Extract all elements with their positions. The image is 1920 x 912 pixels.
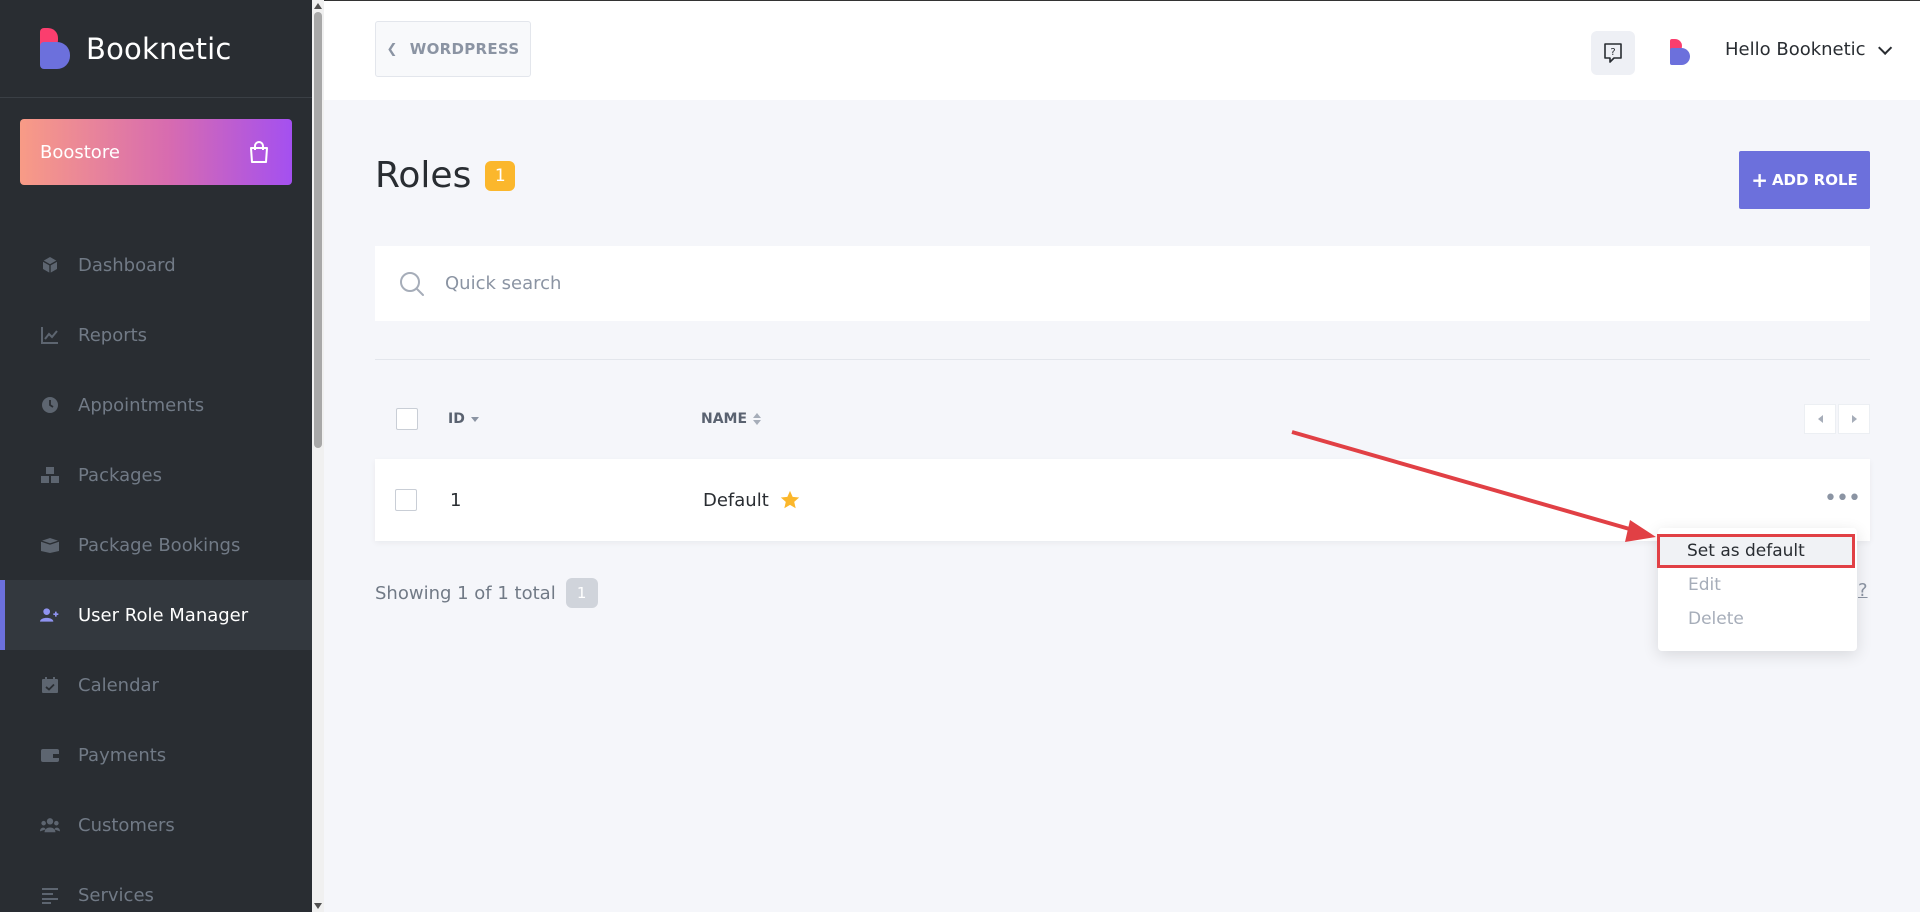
box-open-icon [40,535,60,555]
select-all-checkbox[interactable] [396,408,418,430]
boostore-button[interactable]: Boostore [20,119,292,185]
sidebar-item-label: Reports [78,324,148,346]
total-count-badge: 1 [565,578,598,608]
column-header-name[interactable]: NAME [701,411,762,427]
sidebar-item-user-role-manager[interactable]: User Role Manager [0,580,312,650]
sidebar-item-label: Appointments [78,394,205,416]
sidebar-scrollbar[interactable] [312,0,324,912]
sidebar-item-label: User Role Manager [78,604,249,626]
caret-right-icon [1851,415,1857,423]
sidebar-item-label: Dashboard [78,254,176,276]
star-icon [780,490,799,509]
question-chat-icon: ? [1604,43,1622,63]
boxes-icon [40,465,60,485]
showing-text: Showing 1 of 1 total [375,582,556,604]
sidebar-item-calendar[interactable]: Calendar [0,650,312,720]
clock-icon [40,395,60,415]
page-title: Roles 1 [375,155,516,196]
sidebar-item-reports[interactable]: Reports [0,300,312,370]
user-greeting: Hello Booknetic [1725,39,1866,60]
svg-text:?: ? [1610,47,1615,58]
back-to-wordpress-button[interactable]: ❮ WORDPRESS [375,21,531,77]
sidebar-item-label: Package Bookings [78,534,241,556]
table-pager [1804,404,1870,434]
sidebar-item-packages[interactable]: Packages [0,440,312,510]
help-button[interactable]: ? [1591,31,1635,75]
sidebar-item-appointments[interactable]: Appointments [0,370,312,440]
showing-summary: Showing 1 of 1 total 1 [375,578,598,608]
shopping-bag-icon [250,141,268,163]
cube-icon [40,255,60,275]
booknetic-logo-icon [38,27,72,70]
sidebar-item-payments[interactable]: Payments [0,720,312,790]
sidebar-item-label: Customers [78,814,175,836]
sort-icon [753,413,762,425]
boostore-label: Boostore [40,141,120,163]
add-role-button[interactable]: + ADD ROLE [1739,151,1870,209]
table-header: ID NAME [375,398,1870,440]
sidebar-item-label: Packages [78,464,162,486]
add-role-label: ADD ROLE [1771,171,1858,189]
sidebar: Booknetic Boostore Dashboard Reports App… [0,0,312,912]
list-icon [40,885,60,905]
search-icon [400,271,424,296]
search-input[interactable] [445,273,1745,294]
row-checkbox[interactable] [395,489,417,511]
chevron-down-icon [1877,40,1892,55]
row-actions-menu: Set as default Edit Delete [1657,528,1857,651]
topbar: ❮ WORDPRESS ? Hello Booknetic [324,0,1920,100]
sidebar-item-dashboard[interactable]: Dashboard [0,230,312,300]
cell-name: Default [703,489,801,511]
sort-desc-icon [470,416,479,422]
column-header-label: ID [448,411,465,427]
cell-id: 1 [450,489,462,511]
next-page-button[interactable] [1838,404,1870,434]
sidebar-item-label: Services [78,884,154,906]
sidebar-item-label: Payments [78,744,167,766]
user-menu[interactable]: Hello Booknetic [1725,39,1892,60]
sidebar-nav: Dashboard Reports Appointments Packages … [0,230,312,912]
users-icon [40,815,60,835]
wallet-icon [40,745,60,765]
menu-item-edit[interactable]: Edit [1658,568,1857,602]
scroll-down-arrow-icon[interactable] [314,903,322,909]
plus-icon: + [1751,168,1768,192]
brand-name: Booknetic [86,31,232,66]
divider [375,359,1870,360]
prev-page-button[interactable] [1804,404,1836,434]
menu-item-set-as-default[interactable]: Set as default [1657,534,1855,568]
scrollbar-thumb[interactable] [314,12,322,448]
roles-count-badge: 1 [485,160,516,191]
scroll-up-arrow-icon[interactable] [314,3,322,9]
chart-line-icon [40,325,60,345]
table-row[interactable]: 1 Default ••• [375,459,1870,541]
sidebar-item-services[interactable]: Services [0,860,312,912]
sidebar-item-customers[interactable]: Customers [0,790,312,860]
brand[interactable]: Booknetic [0,0,312,98]
search-box [375,246,1870,321]
role-name: Default [703,489,769,511]
menu-item-delete[interactable]: Delete [1658,602,1857,636]
page-title-text: Roles [375,155,472,196]
column-header-label: NAME [701,411,748,427]
back-label: WORDPRESS [409,40,520,58]
calendar-check-icon [40,675,60,695]
avatar[interactable] [1670,39,1692,65]
help-link[interactable]: ? [1858,580,1868,601]
column-header-id[interactable]: ID [448,411,479,427]
more-actions-icon[interactable]: ••• [1824,488,1861,510]
chevron-left-icon: ❮ [386,41,398,57]
sidebar-item-label: Calendar [78,674,159,696]
user-plus-icon [40,605,60,625]
sidebar-item-package-bookings[interactable]: Package Bookings [0,510,312,580]
caret-left-icon [1817,415,1823,423]
